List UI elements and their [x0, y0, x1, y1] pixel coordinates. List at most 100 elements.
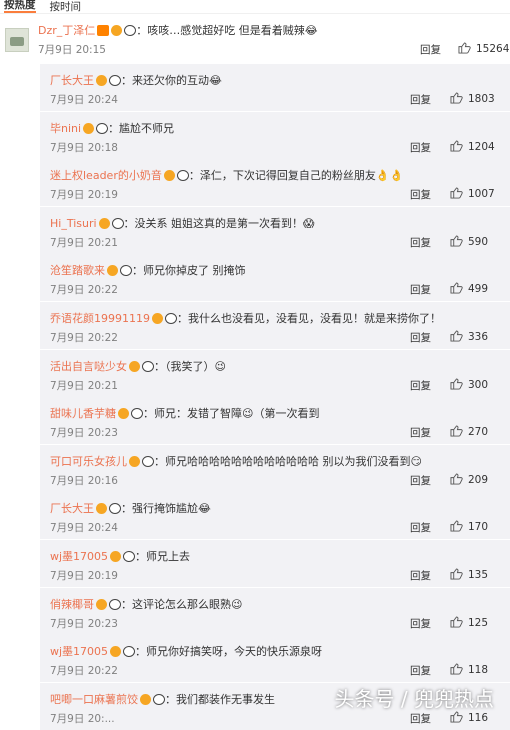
like-button[interactable]: 170 [450, 520, 488, 533]
vip-icon [96, 75, 107, 86]
reply-text: ：我什么也没看见，没看见，没看见！就是来捞你了！ [177, 312, 441, 325]
reply-button[interactable]: 回复 [410, 520, 431, 535]
thumbs-up-icon [450, 187, 463, 199]
like-button[interactable]: 336 [450, 330, 488, 343]
panda-badge-icon [142, 456, 154, 467]
reply-text: ：我们都装作无事发生 [165, 693, 275, 706]
reply-content: 俏辣椰哥：这评论怎么那么眼熟😉 [50, 596, 242, 612]
reply-item: 可口可乐女孩儿 ：师兄哈哈哈哈哈哈哈哈哈哈哈哈 别以为我们没看到😏 7月9日 20:… [40, 445, 510, 492]
vip-icon [96, 503, 107, 514]
reply-time: 7月9日 20:16 [50, 473, 118, 488]
reply-content: 厂长大王 ：来还欠你的互动😂 [50, 72, 222, 88]
reply-button[interactable]: 回复 [410, 187, 431, 202]
reply-time: 7月9日 20:22 [50, 282, 118, 297]
reply-text: ：泽仁，下次记得回复自己的粉丝朋友👌👌 [189, 169, 403, 182]
like-button[interactable]: 300 [450, 378, 488, 391]
reply-username[interactable]: Hi_Tisuri [50, 217, 97, 230]
like-count: 1007 [468, 188, 495, 200]
like-count: 135 [468, 569, 488, 581]
reply-item: 毕nini：尴尬不师兄7月9日 20:18回复1204 [40, 112, 510, 159]
like-count: 1204 [468, 141, 495, 153]
reply-username[interactable]: 厂长大王 [50, 74, 94, 87]
like-button[interactable]: 15264 [458, 42, 509, 55]
like-button[interactable]: 118 [450, 663, 488, 676]
reply-button[interactable]: 回复 [410, 425, 431, 440]
like-button[interactable]: 116 [450, 711, 488, 724]
reply-username[interactable]: 活出自言哒少女 [50, 360, 127, 373]
tab-by-heat[interactable]: 按热度 [4, 0, 36, 13]
reply-button[interactable]: 回复 [410, 663, 431, 678]
like-button[interactable]: 209 [450, 473, 488, 486]
reply-item: 沧笙踏歌来 ：师兄你掉皮了 别掩饰 7月9日 20:22 回复 499 [40, 254, 510, 301]
reply-button[interactable]: 回复 [410, 330, 431, 345]
reply-username[interactable]: 甜味儿香芋糖 [50, 407, 116, 420]
reply-username[interactable]: 迷上权leader的小奶音 [50, 169, 162, 182]
panda-badge-icon [131, 408, 143, 419]
reply-time: 7月9日 20:24 [50, 520, 118, 535]
reply-content: wj墨17005：师兄你好搞笑呀，今天的快乐源泉呀 [50, 643, 322, 659]
reply-button[interactable]: 回复 [410, 92, 431, 107]
reply-username[interactable]: 可口可乐女孩儿 [50, 455, 127, 468]
like-count: 116 [468, 712, 488, 724]
tab-by-time[interactable]: 按时间 [50, 1, 82, 13]
comment-time: 7月9日 20:15 [38, 42, 106, 57]
vip-icon [110, 646, 121, 657]
vip-icon [99, 218, 110, 229]
reply-text: ：尴尬不师兄 [108, 122, 174, 135]
reply-item: 活出自言哒少女：（我笑了）😉7月9日 20:21回复300 [40, 350, 510, 397]
vip-icon [140, 694, 151, 705]
reply-text: ：来还欠你的互动😂 [121, 74, 222, 87]
reply-username[interactable]: 乔语花颜19991119 [50, 312, 150, 325]
reply-text: ：师兄哈哈哈哈哈哈哈哈哈哈哈哈 别以为我们没看到😏 [154, 455, 422, 468]
reply-button[interactable]: 回复 [410, 378, 431, 393]
reply-time: 7月9日 20:23 [50, 616, 118, 631]
comment-username[interactable]: Dzr_丁泽仁 [38, 24, 95, 37]
like-button[interactable]: 1007 [450, 187, 495, 200]
reply-button[interactable]: 回复 [410, 140, 431, 155]
vip-icon [152, 313, 163, 324]
comment-text: ：咳咳…感觉超好吃 但是看着贼辣😂 [136, 24, 317, 37]
like-button[interactable]: 125 [450, 616, 488, 629]
reply-button[interactable]: 回复 [420, 42, 441, 57]
panda-badge-icon [123, 646, 135, 657]
reply-button[interactable]: 回复 [410, 568, 431, 583]
reply-button[interactable]: 回复 [410, 473, 431, 488]
like-button[interactable]: 1204 [450, 140, 495, 153]
thumbs-up-icon [450, 140, 463, 152]
reply-time: 7月9日 20:22 [50, 330, 118, 345]
like-count: 1803 [468, 93, 495, 105]
reply-button[interactable]: 回复 [410, 235, 431, 250]
reply-text: ：师兄：发错了智障😉（第一次看到 [143, 407, 319, 420]
avatar[interactable] [5, 28, 29, 52]
like-button[interactable]: 135 [450, 568, 488, 581]
like-button[interactable]: 1803 [450, 92, 495, 105]
reply-button[interactable]: 回复 [410, 282, 431, 297]
panda-badge-icon [112, 218, 124, 229]
reply-username[interactable]: 沧笙踏歌来 [50, 264, 105, 277]
reply-button[interactable]: 回复 [410, 711, 431, 726]
reply-item: 迷上权leader的小奶音：泽仁，下次记得回复自己的粉丝朋友👌👌7月9日 20:… [40, 159, 510, 206]
thumbs-up-icon [458, 42, 471, 54]
like-button[interactable]: 499 [450, 282, 488, 295]
like-button[interactable]: 270 [450, 425, 488, 438]
reply-username[interactable]: wj墨17005 [50, 645, 108, 658]
reply-button[interactable]: 回复 [410, 616, 431, 631]
reply-username[interactable]: wj墨17005 [50, 550, 108, 563]
reply-content: wj墨17005 ：师兄上去 [50, 548, 190, 564]
reply-username[interactable]: 毕nini [50, 122, 81, 135]
reply-username[interactable]: 厂长大王 [50, 502, 94, 515]
reply-item: 厂长大王：来还欠你的互动😂7月9日 20:24回复1803 [40, 64, 510, 111]
reply-username[interactable]: 吧唧一口麻薯煎饺 [50, 693, 138, 706]
reply-item: wj墨17005：师兄上去7月9日 20:19回复135 [40, 540, 510, 587]
reply-username[interactable]: 俏辣椰哥 [50, 598, 94, 611]
reply-item: wj墨17005：师兄你好搞笑呀，今天的快乐源泉呀7月9日 20:22回复118 [40, 635, 510, 682]
vip-icon [83, 123, 94, 134]
thumbs-up-icon [450, 568, 463, 580]
reply-text: ：强行掩饰尴尬😂 [121, 502, 211, 515]
like-count: 590 [468, 236, 488, 248]
reply-text: ：师兄你掉皮了 别掩饰 [132, 264, 246, 277]
thumbs-up-icon [450, 616, 463, 628]
thumbs-up-icon [450, 663, 463, 675]
like-button[interactable]: 590 [450, 235, 488, 248]
reply-text: ：师兄上去 [135, 550, 190, 563]
